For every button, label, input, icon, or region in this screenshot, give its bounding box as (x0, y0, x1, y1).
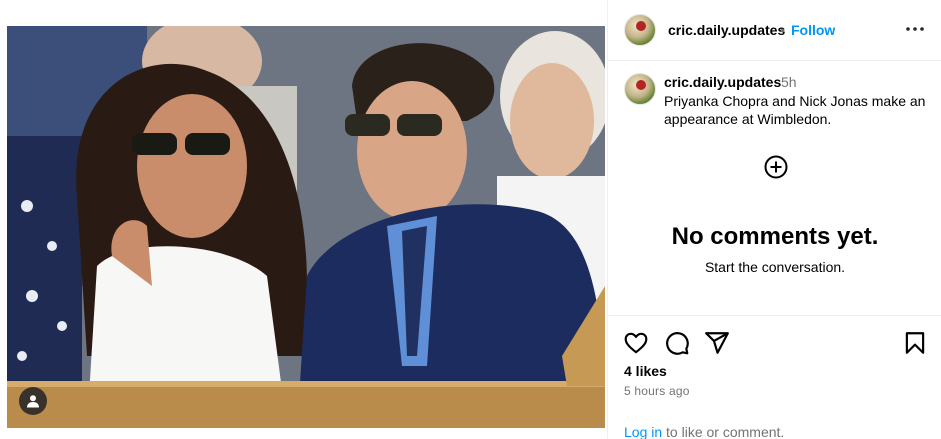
post-header: cric.daily.updates • Follow (608, 0, 941, 61)
more-options-button[interactable] (904, 18, 926, 40)
share-icon[interactable] (704, 330, 730, 356)
post-photo[interactable] (7, 26, 605, 428)
user-tag-icon (27, 395, 39, 408)
avatar[interactable] (624, 14, 656, 46)
login-link[interactable]: Log in (624, 424, 662, 439)
caption-avatar[interactable] (624, 73, 656, 105)
user-tag-button[interactable] (19, 387, 47, 415)
header-username[interactable]: cric.daily.updates (668, 22, 785, 38)
heart-icon[interactable] (623, 330, 649, 356)
post-side-panel: cric.daily.updates • Follow cric.daily.u… (607, 0, 941, 439)
login-prompt: Log in to like or comment. (624, 424, 784, 439)
caption-timestamp[interactable]: 5h (781, 74, 797, 90)
caption-username[interactable]: cric.daily.updates (664, 74, 781, 90)
no-comments-subtitle: Start the conversation. (704, 259, 846, 275)
comment-icon[interactable] (664, 330, 690, 356)
likes-count[interactable]: 4 likes (624, 363, 667, 379)
no-comments-title: No comments yet. (671, 223, 879, 250)
more-options-icon (906, 27, 924, 31)
post-media-area (0, 0, 607, 439)
post-actions: 4 likes 5 hours ago Log in to like or co… (608, 315, 941, 439)
login-prompt-text: to like or comment. (662, 424, 785, 439)
header-separator: • (780, 22, 785, 38)
caption-text: Priyanka Chopra and Nick Jonas make an a… (664, 93, 926, 127)
add-circle-icon (764, 155, 788, 179)
post-time-ago[interactable]: 5 hours ago (624, 384, 690, 398)
photo-illustration (7, 26, 605, 428)
follow-button[interactable]: Follow (791, 22, 835, 38)
bookmark-icon[interactable] (902, 330, 928, 356)
